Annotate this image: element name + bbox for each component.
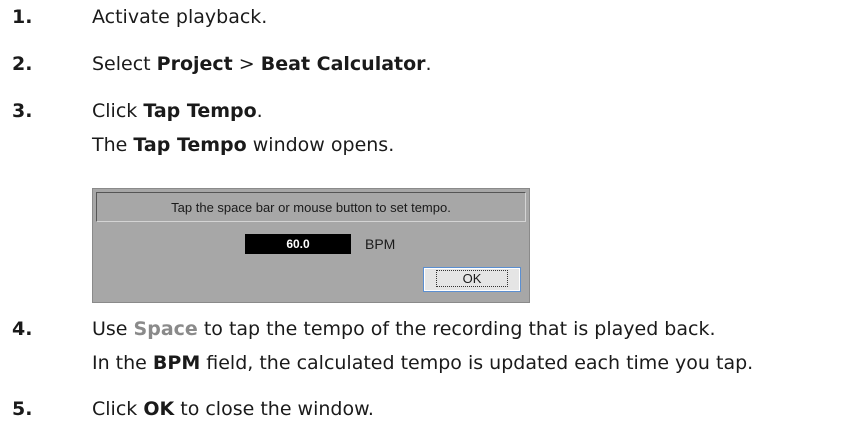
step-result: In the BPM field, the calculated tempo i… xyxy=(92,352,754,374)
key-space: Space xyxy=(133,318,198,340)
step-text: Use Space to tap the tempo of the record… xyxy=(92,318,716,340)
dialog-message: Tap the space bar or mouse button to set… xyxy=(96,192,526,222)
step-result: The Tap Tempo window opens. xyxy=(92,134,395,156)
menu-project: Project xyxy=(156,53,233,75)
step-number: 3. xyxy=(12,100,33,122)
ok-button[interactable]: OK xyxy=(423,267,521,292)
tap-tempo-dialog: Tap the space bar or mouse button to set… xyxy=(92,188,530,303)
step-text: Click OK to close the window. xyxy=(92,398,374,420)
bpm-label: BPM xyxy=(365,236,396,252)
step-number: 4. xyxy=(12,318,33,340)
step-number: 2. xyxy=(12,53,33,75)
step-text: Select Project > Beat Calculator. xyxy=(92,53,432,75)
menu-beat-calculator: Beat Calculator xyxy=(260,53,426,75)
step-number: 1. xyxy=(12,6,33,28)
ok-button-label: OK xyxy=(435,270,509,287)
tap-tempo-term: Tap Tempo xyxy=(143,100,257,122)
step-text: Click Tap Tempo. xyxy=(92,100,263,122)
bpm-field[interactable]: 60.0 xyxy=(245,234,351,254)
ok-term: OK xyxy=(143,398,175,420)
step-number: 5. xyxy=(12,398,33,420)
step-text: Activate playback. xyxy=(92,6,268,28)
